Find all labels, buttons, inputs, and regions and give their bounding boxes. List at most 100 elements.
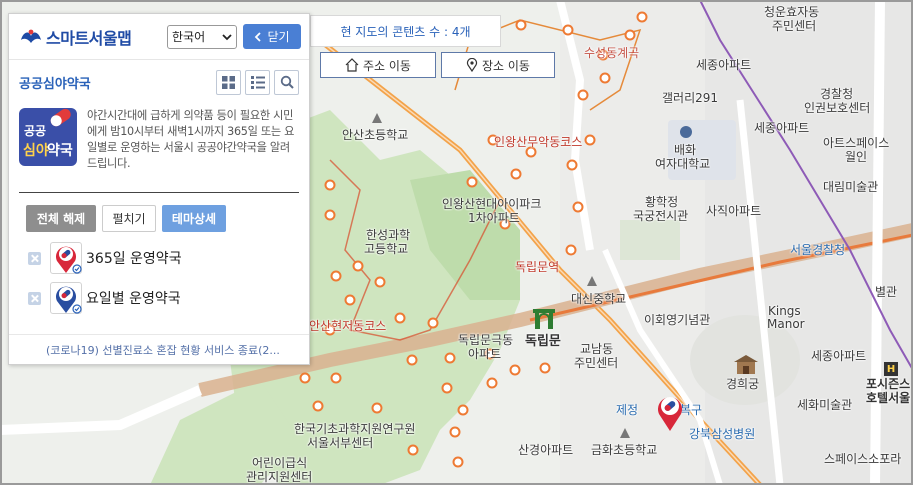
layer-toggle-checkbox[interactable]	[28, 251, 41, 265]
layer-item[interactable]: 365일 운영약국	[9, 238, 309, 278]
map-label: 아파트	[468, 347, 502, 361]
list-view-button[interactable]	[245, 69, 270, 95]
map-label: 서울서부센터	[307, 436, 374, 450]
trail-point-marker	[449, 426, 461, 438]
theme-title: 공공심야약국	[19, 76, 91, 92]
layer-label: 365일 운영약국	[86, 251, 182, 267]
trail-point-marker	[457, 404, 469, 416]
map-label: 서울경찰청	[790, 243, 846, 257]
map-label: 경희궁	[726, 377, 760, 391]
trail-point-marker	[566, 159, 578, 171]
map-label: 독립문	[525, 334, 561, 349]
trail-point-marker	[624, 29, 636, 41]
address-move-button[interactable]: 주소 이동	[320, 52, 436, 78]
place-move-button[interactable]: 장소 이동	[441, 52, 555, 78]
map-label: 교남동	[580, 342, 614, 356]
trail-point-marker	[486, 377, 498, 389]
trail-point-marker	[371, 402, 383, 414]
trail-point-marker	[636, 11, 648, 23]
map-label: 사직아파트	[706, 204, 762, 218]
map-label: 관리지원센터	[246, 470, 313, 484]
pharmacy-marker[interactable]	[655, 392, 685, 432]
pharmacy-pin-icon	[50, 282, 82, 314]
map-label: 어린이급식	[252, 456, 308, 470]
trail-point-marker	[407, 444, 419, 456]
panel-header: 스마트서울맵 한국어 닫기	[9, 14, 309, 60]
trail-point-marker	[565, 244, 577, 256]
close-label: 닫기	[267, 30, 290, 44]
theme-description-row: 공공 심야 약국 야간시간대에 급하게 의약품 등이 필요한 시민에게 밤10시…	[9, 104, 309, 172]
thumbnail-text-3: 약국	[47, 143, 73, 159]
language-select[interactable]: 한국어	[167, 24, 237, 49]
trail-point-marker	[515, 19, 527, 31]
trail-point-marker	[344, 294, 356, 306]
map-label: 스페이스소포라	[824, 452, 902, 466]
school-icon	[620, 428, 630, 438]
trail-point-marker	[330, 372, 342, 384]
trail-point-marker	[324, 209, 336, 221]
pharmacy-pin-icon	[50, 242, 82, 274]
search-icon	[280, 75, 294, 89]
trail-point-marker	[572, 201, 584, 213]
map-label: 여자대학교	[655, 157, 711, 171]
seoul-logo-icon	[21, 29, 41, 43]
map-label: 1차아파트	[468, 211, 520, 225]
map-label: 호텔서울	[866, 391, 911, 405]
content-count: 현 지도의 콘텐츠 수 : 4개	[310, 15, 501, 47]
map-label: 제정	[616, 403, 639, 417]
map-label: 세종아파트	[754, 121, 810, 135]
list-icon	[250, 75, 265, 89]
grid-view-button[interactable]	[216, 69, 241, 95]
language-selected: 한국어	[172, 30, 206, 44]
map-label: 주민센터	[574, 356, 619, 370]
trail-point-marker	[330, 270, 342, 282]
layer-label: 요일별 운영약국	[86, 291, 181, 307]
trail-point-marker	[509, 364, 521, 376]
trail-point-marker	[374, 276, 386, 288]
close-button[interactable]: 닫기	[243, 24, 301, 49]
trail-point-marker	[352, 260, 364, 272]
notice-link[interactable]: (코로나19) 선별진료소 혼잡 현황 서비스 종료(2...	[9, 334, 309, 364]
trail-point-marker	[577, 89, 589, 101]
layer-list: 365일 운영약국 요일별 운영약국	[9, 238, 309, 318]
map-label: 세종아파트	[696, 58, 752, 72]
thumbnail-text-1: 공공	[24, 124, 47, 138]
map-label: 대신중학교	[571, 292, 627, 306]
trail-point-marker	[324, 179, 336, 191]
layer-item[interactable]: 요일별 운영약국	[9, 278, 309, 318]
map-label: 강북삼성병원	[689, 427, 756, 441]
map-label: 인권보호센터	[804, 101, 871, 115]
grid-icon	[222, 75, 235, 89]
theme-detail-button[interactable]: 테마상세	[162, 205, 226, 232]
theme-actions: 전체 해제 펼치기 테마상세	[9, 193, 309, 232]
chevron-left-icon	[255, 31, 262, 42]
trail-point-marker	[394, 312, 406, 324]
trail-point-marker	[312, 400, 324, 412]
map-label: 국궁전시관	[633, 209, 689, 223]
map-label: 대림미술관	[823, 180, 879, 194]
map-label: 인왕산무악동코스	[494, 135, 583, 149]
trail-point-marker	[599, 72, 611, 84]
trail-point-marker	[452, 456, 464, 468]
palace-icon	[733, 354, 759, 376]
map-label: 인왕산현대아이파크	[442, 197, 542, 211]
logo[interactable]: 스마트서울맵	[19, 25, 132, 49]
trail-point-marker	[406, 354, 418, 366]
theme-description: 야간시간대에 급하게 의약품 등이 필요한 시민에게 밤10시부터 새벽1시까지…	[87, 109, 295, 170]
map-label: 한국기초과학지원연구원	[294, 422, 416, 436]
map-label: 경찰청	[820, 87, 854, 101]
theme-thumbnail: 공공 심야 약국	[19, 108, 77, 166]
map-label: 주민센터	[772, 19, 817, 33]
map-label: 독립문역	[515, 260, 560, 274]
home-icon	[345, 58, 359, 72]
map-label: 별관	[875, 285, 898, 299]
search-button[interactable]	[274, 69, 299, 95]
location-pin-icon	[466, 58, 478, 72]
map-label: 수성동계곡	[584, 46, 640, 60]
layer-toggle-checkbox[interactable]	[28, 291, 41, 305]
clear-all-button[interactable]: 전체 해제	[26, 205, 96, 232]
trail-point-marker	[466, 176, 478, 188]
map-label: 안산현저동코스	[309, 319, 387, 333]
trail-point-marker	[510, 168, 522, 180]
expand-button[interactable]: 펼치기	[102, 205, 156, 232]
